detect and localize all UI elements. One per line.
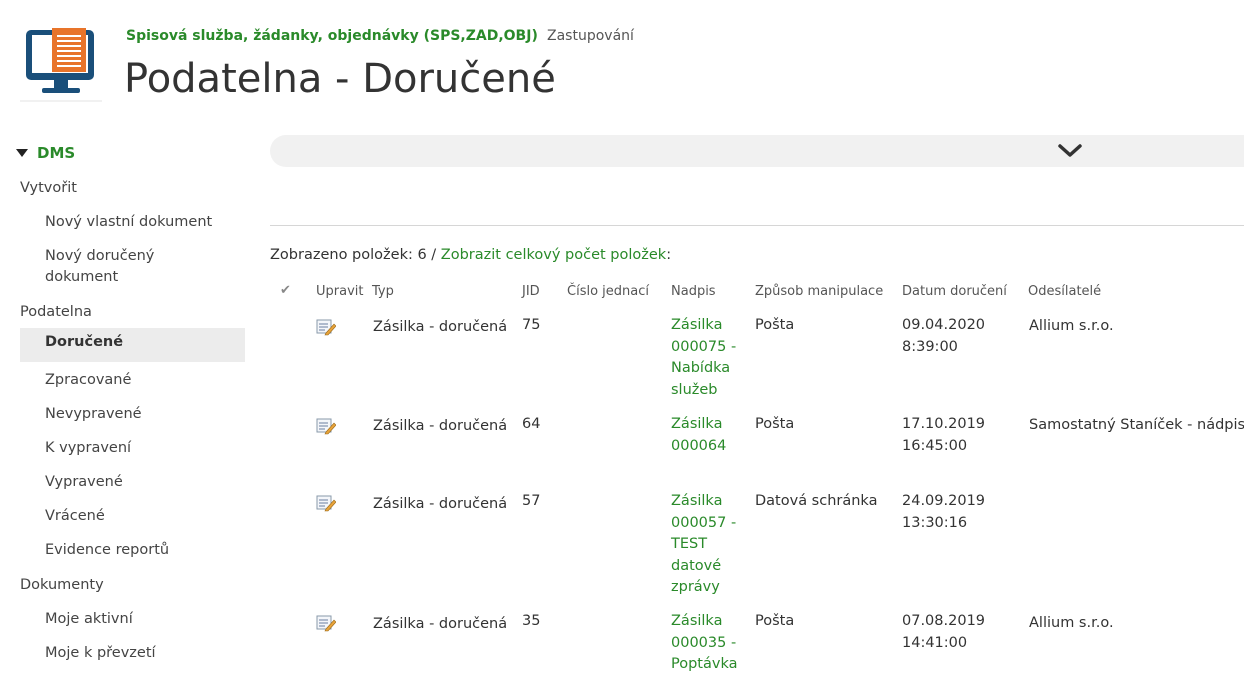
nav-item-novy-doruceny-dokument[interactable]: Nový doručený dokument (45, 246, 195, 288)
edit-icon[interactable] (316, 318, 337, 336)
row-date: 24.09.2019 13:30:16 (902, 493, 986, 531)
row-title-link[interactable]: Zásilka 000064 (671, 414, 746, 457)
select-all-checkmark-icon[interactable]: ✔ (280, 283, 291, 298)
nav-heading-label[interactable]: DMS (37, 144, 75, 162)
divider (270, 225, 1244, 226)
show-total-count-link[interactable]: Zobrazit celkový počet položek (441, 247, 666, 263)
site-logo-icon[interactable] (20, 26, 102, 102)
row-date: 17.10.2019 16:45:00 (902, 416, 986, 454)
row-type: Zásilka - doručená (373, 496, 508, 512)
nav-item-moje-k-prevzeti[interactable]: Moje k převzetí (45, 643, 235, 664)
nav-item-novy-vlastni-dokument[interactable]: Nový vlastní dokument (45, 212, 235, 233)
caret-down-icon[interactable] (16, 149, 28, 157)
row-title-link[interactable]: Zásilka 000057 - TEST datové zprávy (671, 491, 746, 599)
nav-item-vypravene[interactable]: Vypravené (45, 472, 235, 493)
column-header-title[interactable]: Nadpis (671, 284, 716, 299)
nav-item-vracene[interactable]: Vrácené (45, 506, 235, 527)
row-title-link[interactable]: Zásilka 000075 - Nabídka služeb (671, 315, 746, 401)
row-method: Datová schránka (755, 493, 878, 509)
nav-item-label: Doručené (45, 334, 124, 350)
row-jid: 57 (522, 493, 541, 509)
nav-item-zpracovane[interactable]: Zpracované (45, 370, 235, 391)
row-type: Zásilka - doručená (373, 616, 508, 632)
row-sender: Samostatný Staníček - nádpis (1029, 417, 1244, 433)
column-header-jid[interactable]: JID (522, 284, 540, 299)
column-header-cislo-jednaci[interactable]: Číslo jednací (567, 284, 649, 299)
nav-item-nevypravene[interactable]: Nevypravené (45, 404, 235, 425)
nav-item-moje-aktivni[interactable]: Moje aktivní (45, 609, 235, 630)
nav-section-podatelna[interactable]: Podatelna (20, 302, 92, 323)
column-header-type[interactable]: Typ (372, 284, 394, 299)
zastupovani-link[interactable]: Zastupování (547, 28, 634, 44)
item-count-text: Zobrazeno položek: 6 / (270, 247, 441, 263)
site-breadcrumb-link[interactable]: Spisová služba, žádanky, objednávky (SPS… (126, 28, 538, 44)
nav-section-dokumenty[interactable]: Dokumenty (20, 575, 104, 596)
edit-icon[interactable] (316, 494, 337, 512)
row-date: 07.08.2019 14:41:00 (902, 613, 986, 651)
row-sender: Allium s.r.o. (1029, 318, 1114, 334)
row-jid: 35 (522, 613, 541, 629)
edit-icon[interactable] (316, 614, 337, 632)
row-sender: Allium s.r.o. (1029, 615, 1114, 631)
row-method: Pošta (755, 317, 795, 333)
row-type: Zásilka - doručená (373, 418, 508, 434)
page-title: Podatelna - Doručené (124, 56, 556, 102)
row-date: 09.04.2020 8:39:00 (902, 317, 986, 355)
row-jid: 75 (522, 317, 541, 333)
column-header-senders[interactable]: Odesílatelé (1028, 284, 1101, 299)
nav-item-dorucene-selected[interactable]: Doručené (20, 328, 245, 362)
nav-item-k-vypraveni[interactable]: K vypravení (45, 438, 235, 459)
chevron-down-icon[interactable] (1058, 140, 1082, 162)
row-type: Zásilka - doručená (373, 319, 508, 335)
item-count-suffix: : (666, 247, 672, 263)
row-jid: 64 (522, 416, 541, 432)
edit-icon[interactable] (316, 417, 337, 435)
column-header-date[interactable]: Datum doručení (902, 284, 1007, 299)
nav-item-evidence-reportu[interactable]: Evidence reportů (45, 540, 235, 561)
nav-heading-dms[interactable]: DMS (16, 144, 75, 162)
row-method: Pošta (755, 613, 795, 629)
filter-bar[interactable] (270, 135, 1244, 167)
column-header-method[interactable]: Způsob manipulace (755, 284, 883, 299)
row-method: Pošta (755, 416, 795, 432)
item-count: Zobrazeno položek: 6 / Zobrazit celkový … (270, 247, 671, 263)
row-title-link[interactable]: Zásilka 000035 - Poptávka (671, 611, 746, 676)
nav-section-vytvorit[interactable]: Vytvořit (20, 178, 77, 199)
column-header-edit: Upravit (316, 284, 364, 299)
